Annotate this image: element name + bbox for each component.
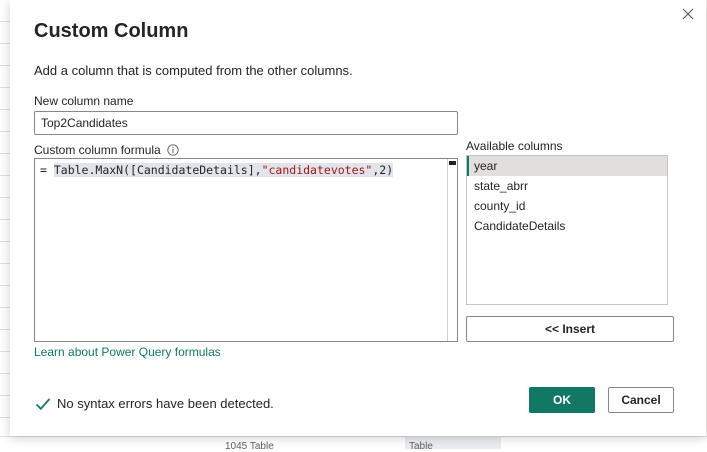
scrollbar-thumb[interactable] xyxy=(449,161,456,165)
ok-button[interactable]: OK xyxy=(529,387,595,413)
formula-part2: ,2) xyxy=(372,163,394,177)
cancel-button[interactable]: Cancel xyxy=(608,387,674,413)
background-table-cell: 1045 Table xyxy=(225,441,274,452)
formula-scrollbar[interactable] xyxy=(447,159,457,341)
available-columns-label: Available columns xyxy=(466,139,563,153)
background-table-row xyxy=(0,436,707,450)
info-icon[interactable] xyxy=(167,144,179,156)
available-column-item[interactable]: state_abrr xyxy=(467,176,667,196)
available-column-item[interactable]: year xyxy=(467,156,667,176)
new-column-name-input[interactable] xyxy=(34,111,458,135)
dialog-title: Custom Column xyxy=(34,20,189,42)
formula-prefix: = xyxy=(40,163,54,177)
close-icon xyxy=(682,8,694,20)
background-table-cell-2: Table xyxy=(409,441,433,452)
formula-text[interactable]: = Table.MaxN([CandidateDetails],"candida… xyxy=(40,163,394,177)
checkmark-icon xyxy=(35,397,51,410)
available-column-item[interactable]: county_id xyxy=(467,196,667,216)
new-column-name-label: New column name xyxy=(34,94,134,108)
available-columns-list[interactable]: year state_abrr county_id CandidateDetai… xyxy=(466,155,668,305)
formula-editor[interactable]: = Table.MaxN([CandidateDetails],"candida… xyxy=(34,158,458,342)
formula-part1: Table.MaxN([CandidateDetails], xyxy=(53,163,262,177)
custom-column-dialog: Custom Column Add a column that is compu… xyxy=(10,0,706,436)
dialog-subtitle: Add a column that is computed from the o… xyxy=(34,63,353,78)
close-button[interactable] xyxy=(678,4,698,24)
available-column-item[interactable]: CandidateDetails xyxy=(467,216,667,236)
syntax-status-text: No syntax errors have been detected. xyxy=(57,396,274,411)
insert-button[interactable]: << Insert xyxy=(466,316,674,342)
formula-highlighted: Table.MaxN([CandidateDetails],"candidate… xyxy=(53,163,394,177)
formula-string: "candidatevotes" xyxy=(261,163,373,177)
syntax-status: No syntax errors have been detected. xyxy=(35,396,274,411)
formula-label-group: Custom column formula xyxy=(34,143,179,157)
custom-column-formula-label: Custom column formula xyxy=(34,143,161,157)
learn-power-query-link[interactable]: Learn about Power Query formulas xyxy=(34,345,221,359)
